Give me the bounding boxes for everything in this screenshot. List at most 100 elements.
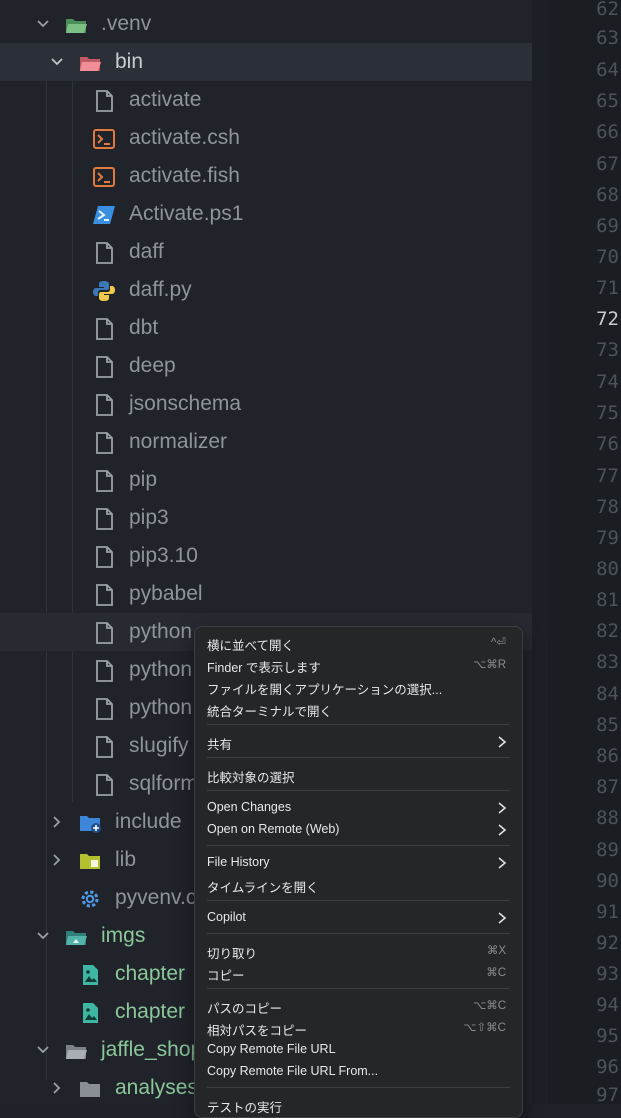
line-number: 82 xyxy=(596,620,619,642)
menu-item-open-changes[interactable]: Open Changes xyxy=(207,797,510,819)
tree-label: include xyxy=(115,810,182,833)
chevron-down-icon xyxy=(37,1046,49,1054)
line-number: 91 xyxy=(596,901,619,923)
chevron-right-icon xyxy=(498,857,507,869)
line-number: 67 xyxy=(596,153,619,175)
chevron-right-icon xyxy=(498,802,507,814)
file-icon xyxy=(96,356,113,378)
line-number: 75 xyxy=(596,402,619,424)
file-icon xyxy=(96,736,113,758)
line-number: 79 xyxy=(596,527,619,549)
tree-row-pip3[interactable]: pip3 xyxy=(0,499,548,537)
menu-item-open-to-side[interactable]: 横に並べて開く ^⏎ xyxy=(207,632,510,654)
menu-item-copy-remote-url-from[interactable]: Copy Remote File URL From... xyxy=(207,1061,510,1083)
tree-row-daff-py[interactable]: daff.py xyxy=(0,271,548,309)
tree-row-deep[interactable]: deep xyxy=(0,347,548,385)
menu-item-label: 共有 xyxy=(207,738,233,752)
terminal-icon xyxy=(93,129,115,149)
menu-item-label: File History xyxy=(207,855,270,869)
line-number: 65 xyxy=(596,90,619,112)
menu-item-label: 横に並べて開く xyxy=(207,639,295,653)
line-number: 96 xyxy=(596,1056,619,1078)
line-number: 86 xyxy=(596,745,619,767)
tree-row-pip[interactable]: pip xyxy=(0,461,548,499)
terminal-icon xyxy=(93,167,115,187)
tree-label: daff xyxy=(129,240,164,263)
menu-item-label: パスのコピー xyxy=(207,1002,283,1016)
file-icon xyxy=(96,774,113,796)
menu-item-copilot[interactable]: Copilot xyxy=(207,907,510,929)
chevron-right-icon xyxy=(53,1082,61,1094)
line-number: 74 xyxy=(596,371,619,393)
menu-separator xyxy=(207,988,510,989)
tree-row-venv[interactable]: .venv xyxy=(0,5,548,43)
menu-item-label: タイムラインを開く xyxy=(207,881,319,895)
image-file-icon xyxy=(83,1003,98,1023)
tree-row-jsonschema[interactable]: jsonschema xyxy=(0,385,548,423)
tree-row-activate-csh[interactable]: activate.csh xyxy=(0,119,548,157)
tree-label: pip xyxy=(129,468,158,491)
tree-row-activate-ps1[interactable]: Activate.ps1 xyxy=(0,195,548,233)
tree-label: python xyxy=(129,658,193,681)
tree-label: slugify xyxy=(129,734,189,757)
tree-row-pybabel[interactable]: pybabel xyxy=(0,575,548,613)
line-number: 70 xyxy=(596,246,619,268)
tree-label: Activate.ps1 xyxy=(129,202,244,225)
menu-item-reveal-in-finder[interactable]: Finder で表示します ⌥⌘R xyxy=(207,654,510,676)
folder-lib-icon xyxy=(80,854,100,869)
menu-item-copy-path[interactable]: パスのコピー ⌥⌘C xyxy=(207,995,510,1017)
tree-row-dbt[interactable]: dbt xyxy=(0,309,548,347)
line-number: 76 xyxy=(596,433,619,455)
menu-item-copy[interactable]: コピー ⌘C xyxy=(207,962,510,984)
file-icon xyxy=(96,394,113,416)
tree-row-activate[interactable]: activate xyxy=(0,81,548,119)
menu-separator xyxy=(207,845,510,846)
menu-item-run-tests[interactable]: テストの実行 xyxy=(207,1094,510,1116)
tree-label: imgs xyxy=(101,924,146,947)
folder-open-icon xyxy=(80,57,101,71)
menu-item-share[interactable]: 共有 xyxy=(207,731,510,753)
powershell-icon xyxy=(93,206,115,224)
menu-item-shortcut: ⌘C xyxy=(486,967,506,979)
tree-row-bin[interactable]: bin xyxy=(0,43,548,81)
folder-images-icon xyxy=(66,931,87,945)
menu-item-select-for-compare[interactable]: 比較対象の選択 xyxy=(207,764,510,786)
tree-label: activate.fish xyxy=(129,164,240,187)
file-icon xyxy=(96,660,113,682)
menu-item-open-timeline[interactable]: タイムラインを開く xyxy=(207,874,510,896)
file-icon xyxy=(96,470,113,492)
menu-separator xyxy=(207,900,510,901)
tree-row-activate-fish[interactable]: activate.fish xyxy=(0,157,548,195)
chevron-down-icon xyxy=(37,20,49,28)
chevron-right-icon xyxy=(498,912,507,924)
tree-label: chapter xyxy=(115,1000,186,1023)
tree-row-normalizer[interactable]: normalizer xyxy=(0,423,548,461)
tree-row-pip3-10[interactable]: pip3.10 xyxy=(0,537,548,575)
line-number: 80 xyxy=(596,558,619,580)
menu-item-copy-remote-url[interactable]: Copy Remote File URL xyxy=(207,1039,510,1061)
tree-label: normalizer xyxy=(129,430,228,453)
menu-item-label: 比較対象の選択 xyxy=(207,771,295,785)
menu-item-label: 統合ターミナルで開く xyxy=(207,705,333,719)
tree-label: jaffle_shop xyxy=(101,1038,203,1061)
chevron-right-icon xyxy=(53,816,61,828)
tree-label: dbt xyxy=(129,316,159,339)
line-number: 97 xyxy=(596,1084,619,1106)
folder-include-icon xyxy=(80,816,101,833)
file-icon xyxy=(96,242,113,264)
menu-item-label: Copilot xyxy=(207,910,246,924)
menu-item-open-on-remote[interactable]: Open on Remote (Web) xyxy=(207,819,510,841)
folder-open-icon xyxy=(66,19,87,33)
tree-label: python xyxy=(129,696,193,719)
tree-row-daff[interactable]: daff xyxy=(0,233,548,271)
menu-item-cut[interactable]: 切り取り ⌘X xyxy=(207,940,510,962)
menu-item-copy-relative-path[interactable]: 相対パスをコピー ⌥⇧⌘C xyxy=(207,1017,510,1039)
menu-item-open-with[interactable]: ファイルを開くアプリケーションの選択... xyxy=(207,676,510,698)
menu-item-open-in-terminal[interactable]: 統合ターミナルで開く xyxy=(207,698,510,720)
explorer-scrollbar[interactable] xyxy=(532,0,548,1104)
folder-open-icon xyxy=(66,1045,87,1059)
line-number: 64 xyxy=(596,59,619,81)
menu-item-label: 切り取り xyxy=(207,947,258,961)
menu-item-file-history[interactable]: File History xyxy=(207,852,510,874)
file-icon xyxy=(96,508,113,530)
